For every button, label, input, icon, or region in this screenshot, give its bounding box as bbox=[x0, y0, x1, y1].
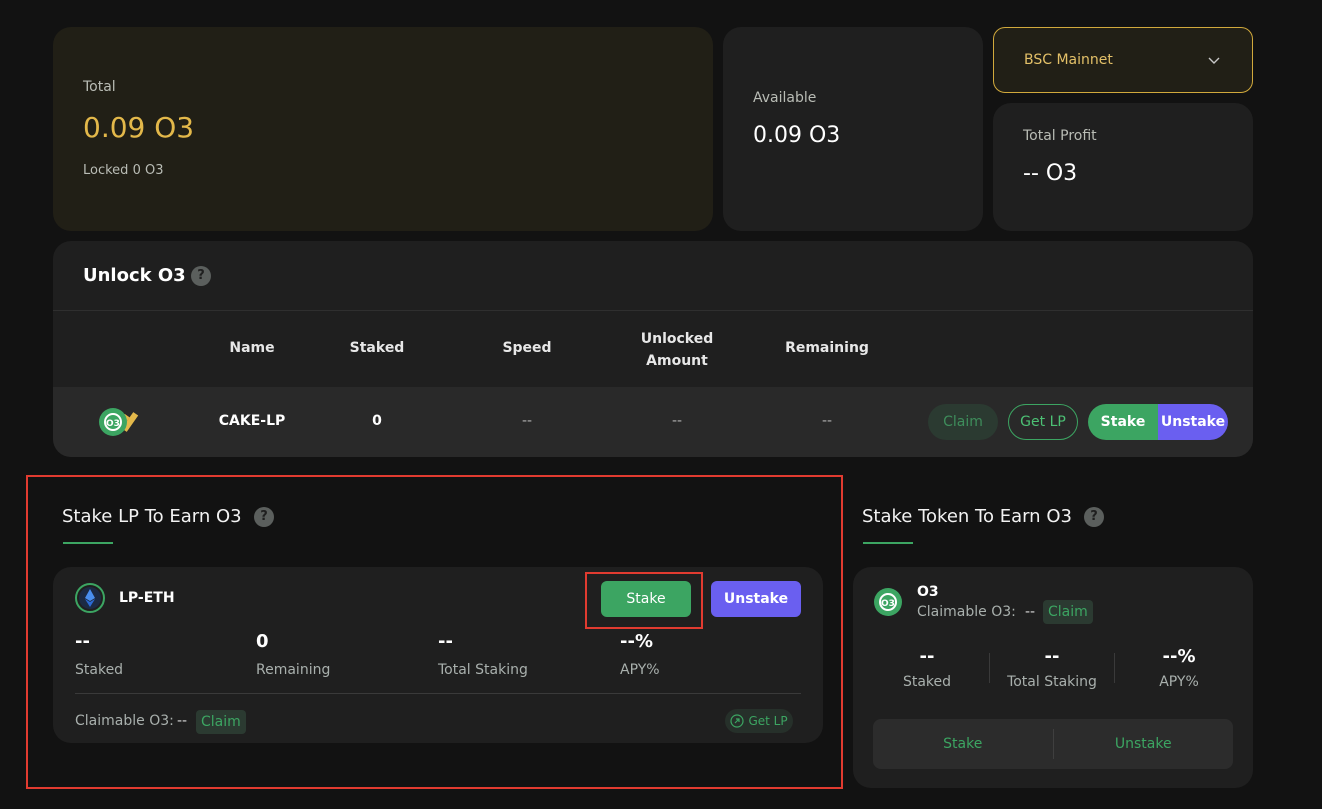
claimable-label: Claimable O3: bbox=[75, 713, 174, 729]
chevron-down-icon bbox=[1208, 57, 1220, 64]
staked-label: Staked bbox=[902, 674, 952, 690]
profit-card: Total Profit -- O3 bbox=[993, 103, 1253, 231]
total-staking-label: Total Staking bbox=[438, 662, 528, 678]
unstake-button[interactable]: Unstake bbox=[1158, 404, 1228, 440]
o3-token-icon: O3 bbox=[99, 408, 139, 436]
help-icon[interactable]: ? bbox=[254, 507, 274, 527]
row-name: CAKE-LP bbox=[218, 413, 286, 429]
stake-button[interactable]: Stake bbox=[873, 719, 1053, 769]
total-staking-value: -- bbox=[1044, 646, 1060, 667]
section-underline bbox=[863, 542, 913, 544]
column-header-speed: Speed bbox=[502, 340, 552, 356]
unlock-card: Unlock O3 ? Name Staked Speed Unlocked A… bbox=[53, 241, 1253, 457]
divider bbox=[1114, 653, 1115, 683]
available-label: Available bbox=[753, 90, 817, 106]
total-staking-label: Total Staking bbox=[1007, 674, 1097, 690]
help-icon[interactable]: ? bbox=[1084, 507, 1104, 527]
apy-label: APY% bbox=[1159, 674, 1199, 690]
column-header-remaining: Remaining bbox=[785, 340, 869, 356]
table-row: O3 CAKE-LP 0 -- -- -- Claim Get LP Stake… bbox=[53, 387, 1253, 457]
profit-label: Total Profit bbox=[1023, 128, 1097, 144]
profit-value: -- O3 bbox=[1023, 161, 1078, 186]
unstake-button[interactable]: Unstake bbox=[1054, 719, 1234, 769]
unlock-title: Unlock O3 bbox=[83, 265, 186, 286]
o3-token-icon: O3 bbox=[874, 588, 902, 616]
apy-label: APY% bbox=[620, 662, 660, 678]
token-card: O3 O3 Claimable O3: -- Claim -- Staked -… bbox=[853, 567, 1253, 788]
row-speed: -- bbox=[521, 413, 533, 429]
total-staking-value: -- bbox=[438, 631, 453, 652]
available-card: Available 0.09 O3 bbox=[723, 27, 983, 231]
divider bbox=[75, 693, 801, 694]
row-unlocked-amount: -- bbox=[671, 413, 683, 429]
external-link-icon bbox=[730, 714, 745, 728]
stake-unstake-group: Stake Unstake bbox=[1088, 404, 1228, 440]
token-actions: Stake Unstake bbox=[873, 719, 1233, 769]
apy-value: --% bbox=[620, 631, 653, 652]
stake-button[interactable]: Stake bbox=[1088, 404, 1158, 440]
divider bbox=[989, 653, 990, 683]
network-label: BSC Mainnet bbox=[1024, 52, 1113, 68]
total-card: Total 0.09 O3 Locked 0 O3 bbox=[53, 27, 713, 231]
stake-button[interactable]: Stake bbox=[601, 581, 691, 617]
svg-text:O3: O3 bbox=[881, 599, 895, 609]
network-select[interactable]: BSC Mainnet bbox=[993, 27, 1253, 93]
token-name: LP-ETH bbox=[119, 590, 175, 606]
claimable-label: Claimable O3: bbox=[917, 604, 1016, 620]
total-label: Total bbox=[83, 79, 116, 95]
token-name: O3 bbox=[917, 584, 939, 600]
lp-card: LP-ETH Stake Unstake -- Staked 0 Remaini… bbox=[53, 567, 823, 743]
row-staked: 0 bbox=[372, 413, 382, 429]
locked-text: Locked 0 O3 bbox=[83, 163, 164, 178]
get-lp-button[interactable]: Get LP bbox=[1008, 404, 1078, 440]
section-underline bbox=[63, 542, 113, 544]
help-icon[interactable]: ? bbox=[191, 266, 211, 286]
row-remaining: -- bbox=[821, 413, 833, 429]
total-value: 0.09 O3 bbox=[83, 111, 195, 144]
get-lp-button[interactable]: Get LP bbox=[725, 709, 793, 733]
staked-label: Staked bbox=[75, 662, 124, 678]
staked-value: -- bbox=[75, 631, 90, 652]
divider bbox=[53, 310, 1253, 311]
eth-lp-icon bbox=[75, 583, 105, 613]
remaining-label: Remaining bbox=[256, 662, 331, 678]
available-value: 0.09 O3 bbox=[753, 123, 841, 148]
unstake-button[interactable]: Unstake bbox=[711, 581, 801, 617]
staked-value: -- bbox=[919, 646, 935, 667]
apy-value: --% bbox=[1162, 646, 1196, 667]
stake-lp-title: Stake LP To Earn O3 bbox=[62, 506, 242, 527]
claimable-value: -- bbox=[1025, 604, 1036, 620]
claimable-value: -- bbox=[177, 713, 188, 729]
get-lp-label: Get LP bbox=[748, 714, 788, 728]
column-header-name: Name bbox=[229, 340, 275, 356]
claim-button[interactable]: Claim bbox=[196, 710, 246, 734]
claim-button[interactable]: Claim bbox=[928, 404, 998, 440]
claim-button[interactable]: Claim bbox=[1043, 600, 1093, 624]
column-header-staked: Staked bbox=[349, 340, 405, 356]
column-header-unlocked-amount: Unlocked Amount bbox=[640, 331, 714, 369]
svg-text:O3: O3 bbox=[106, 419, 120, 429]
stake-token-title: Stake Token To Earn O3 bbox=[862, 506, 1072, 527]
remaining-value: 0 bbox=[256, 631, 269, 652]
